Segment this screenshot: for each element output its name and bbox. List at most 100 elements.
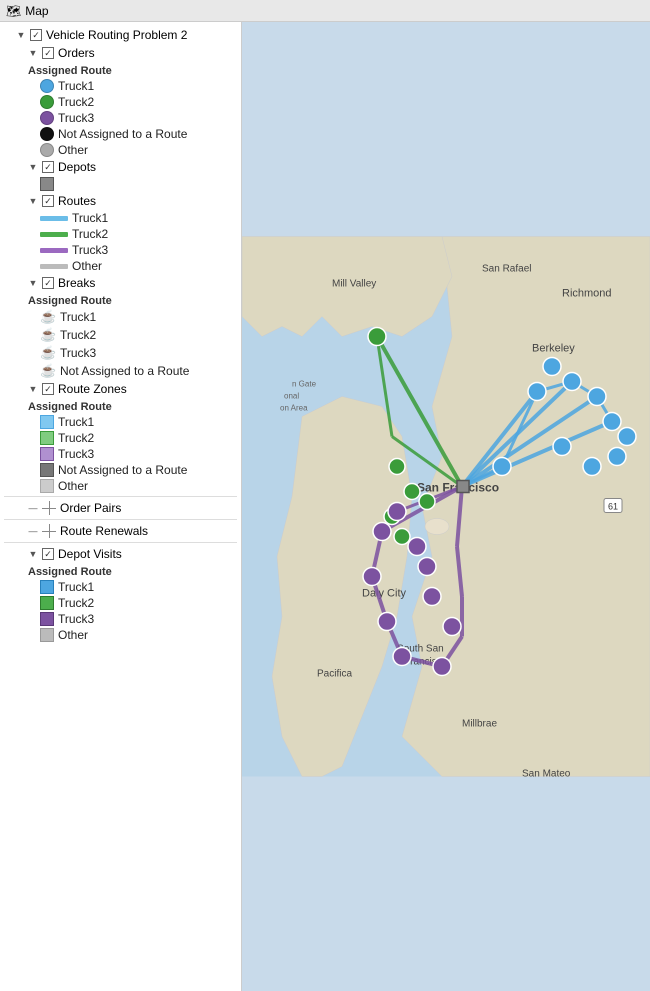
routerenewals-grid-icon (42, 524, 56, 538)
orders-notassigned-label: Not Assigned to a Route (58, 127, 187, 141)
routerenewals-expand-arrow: — (28, 526, 38, 536)
orders-truck1-label: Truck1 (58, 79, 94, 93)
map-icon: 🗺 (6, 4, 21, 18)
dv-truck3-symbol (40, 612, 54, 626)
orderpairs-expand-arrow: — (28, 503, 38, 513)
svg-text:Berkeley: Berkeley (532, 343, 575, 355)
svg-text:Millbrae: Millbrae (462, 719, 497, 730)
rz-truck1-label: Truck1 (58, 415, 94, 429)
dv-other-label: Other (58, 628, 88, 642)
routes-header[interactable]: ▼ Routes (0, 192, 241, 210)
orders-truck2-symbol (40, 95, 54, 109)
svg-text:61: 61 (608, 502, 618, 512)
depotvisits-label: Depot Visits (58, 547, 122, 561)
depotvisits-assigned-route-label: Assigned Route (0, 563, 241, 579)
root-header[interactable]: ▼ Vehicle Routing Problem 2 (0, 26, 241, 44)
depots-symbol (40, 177, 54, 191)
rz-truck2-symbol (40, 431, 54, 445)
routezones-header[interactable]: ▼ Route Zones (0, 380, 241, 398)
breaks-truck3-label: Truck3 (60, 346, 96, 360)
dv-truck1-label: Truck1 (58, 580, 94, 594)
divider-2 (4, 519, 237, 520)
orders-other-label: Other (58, 143, 88, 157)
rz-other-label: Other (58, 479, 88, 493)
depots-label: Depots (58, 160, 96, 174)
depotvisits-header[interactable]: ▼ Depot Visits (0, 545, 241, 563)
routes-other-item: Other (0, 258, 241, 274)
depots-header[interactable]: ▼ Depots (0, 158, 241, 176)
routezones-label: Route Zones (58, 382, 127, 396)
orders-truck2-label: Truck2 (58, 95, 94, 109)
routezones-expand-arrow: ▼ (28, 384, 38, 394)
rz-notassigned-label: Not Assigned to a Route (58, 463, 187, 477)
dv-other-item: Other (0, 627, 241, 643)
breaks-header[interactable]: ▼ Breaks (0, 274, 241, 292)
orders-other-item: Other (0, 142, 241, 158)
orders-truck2-item: Truck2 (0, 94, 241, 110)
divider-3 (4, 542, 237, 543)
dv-truck3-item: Truck3 (0, 611, 241, 627)
rz-truck3-symbol (40, 447, 54, 461)
breaks-truck3-icon: ☕ (40, 345, 56, 361)
breaks-truck1-label: Truck1 (60, 310, 96, 324)
routes-other-symbol (40, 264, 68, 269)
depotvisits-checkbox[interactable] (42, 548, 54, 560)
orders-truck1-item: Truck1 (0, 78, 241, 94)
svg-text:Mill Valley: Mill Valley (332, 279, 376, 290)
legend-panel: ▼ Vehicle Routing Problem 2 ▼ Orders Ass… (0, 22, 242, 991)
routezones-checkbox[interactable] (42, 383, 54, 395)
orders-truck3-label: Truck3 (58, 111, 94, 125)
orderpairs-label: Order Pairs (60, 501, 121, 515)
svg-text:on Area: on Area (280, 404, 308, 413)
breaks-checkbox[interactable] (42, 277, 54, 289)
routes-truck3-item: Truck3 (0, 242, 241, 258)
svg-text:Pacifica: Pacifica (317, 669, 352, 680)
orders-checkbox[interactable] (42, 47, 54, 59)
breaks-truck1-item: ☕ Truck1 (0, 308, 241, 326)
rz-truck1-symbol (40, 415, 54, 429)
breaks-expand-arrow: ▼ (28, 278, 38, 288)
breaks-notassigned-label: Not Assigned to a Route (60, 364, 189, 378)
orderpairs-header[interactable]: — Order Pairs (0, 499, 241, 517)
orders-header[interactable]: ▼ Orders (0, 44, 241, 62)
dv-truck2-symbol (40, 596, 54, 610)
root-label: Vehicle Routing Problem 2 (46, 28, 187, 42)
orders-truck3-item: Truck3 (0, 110, 241, 126)
breaks-assigned-route-label: Assigned Route (0, 292, 241, 308)
orders-notassigned-symbol (40, 127, 54, 141)
rz-other-item: Other (0, 478, 241, 494)
rz-truck2-item: Truck2 (0, 430, 241, 446)
routes-other-label: Other (72, 259, 102, 273)
breaks-notassigned-icon: ☕ (40, 363, 56, 379)
map-area[interactable]: Richmond Berkeley Mill Valley San Rafael… (242, 22, 650, 991)
dv-truck2-item: Truck2 (0, 595, 241, 611)
svg-text:n Gate: n Gate (292, 380, 317, 389)
depots-expand-arrow: ▼ (28, 162, 38, 172)
breaks-notassigned-item: ☕ Not Assigned to a Route (0, 362, 241, 380)
routes-expand-arrow: ▼ (28, 196, 38, 206)
orders-truck3-symbol (40, 111, 54, 125)
orders-truck1-symbol (40, 79, 54, 93)
depotvisits-expand-arrow: ▼ (28, 549, 38, 559)
depots-checkbox[interactable] (42, 161, 54, 173)
rz-truck1-item: Truck1 (0, 414, 241, 430)
rz-other-symbol (40, 479, 54, 493)
root-checkbox[interactable] (30, 29, 42, 41)
orders-assigned-route-label: Assigned Route (0, 62, 241, 78)
svg-text:Richmond: Richmond (562, 288, 612, 300)
routes-truck2-item: Truck2 (0, 226, 241, 242)
breaks-truck3-item: ☕ Truck3 (0, 344, 241, 362)
dv-other-symbol (40, 628, 54, 642)
rz-notassigned-symbol (40, 463, 54, 477)
routerenewals-label: Route Renewals (60, 524, 148, 538)
breaks-truck1-icon: ☕ (40, 309, 56, 325)
routes-checkbox[interactable] (42, 195, 54, 207)
depots-sym-item (0, 176, 241, 192)
routerenewals-header[interactable]: — Route Renewals (0, 522, 241, 540)
routes-truck2-symbol (40, 232, 68, 237)
svg-text:San Rafael: San Rafael (482, 264, 531, 275)
routezones-assigned-route-label: Assigned Route (0, 398, 241, 414)
routes-truck3-symbol (40, 248, 68, 253)
orderpairs-grid-icon (42, 501, 56, 515)
breaks-truck2-item: ☕ Truck2 (0, 326, 241, 344)
